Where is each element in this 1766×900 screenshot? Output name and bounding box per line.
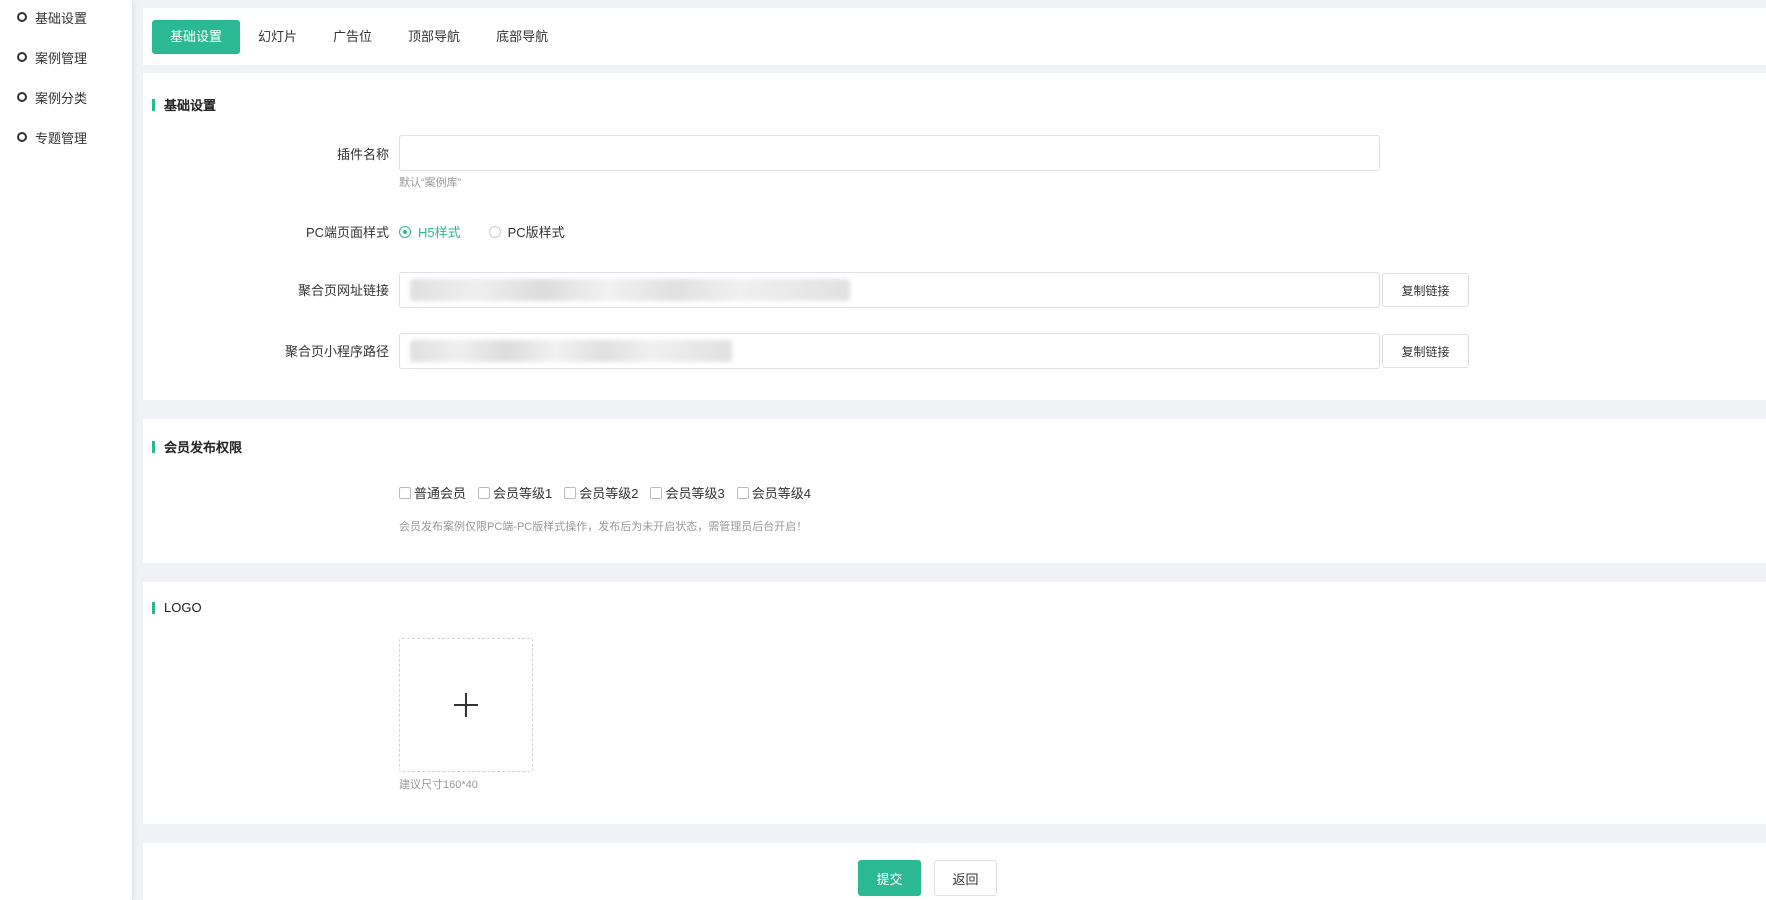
plugin-name-label: 插件名称: [336, 147, 389, 162]
circle-icon: [17, 12, 27, 22]
checkbox-member-level-4[interactable]: 会员等级4: [736, 483, 811, 502]
checkbox-label: 会员等级2: [579, 486, 639, 501]
member-permission-section: 会员发布权限 普通会员 会员等级1 会员等级2 会员等级3 会员等级4 会员发布…: [143, 419, 1766, 563]
circle-icon: [17, 92, 27, 102]
logo-section: LOGO 建议尺寸160*40: [143, 582, 1766, 824]
tab-slideshow[interactable]: 幻灯片: [240, 20, 315, 54]
plus-icon: [454, 693, 478, 717]
checkbox-label: 会员等级3: [665, 486, 725, 501]
sidebar-item-topic-management[interactable]: 专题管理: [0, 117, 132, 157]
radio-checked-icon: [399, 225, 411, 238]
checkbox-icon: [478, 486, 491, 499]
agg-path-label: 聚合页小程序路径: [284, 344, 389, 359]
main-content: 基础设置 幻灯片 广告位 顶部导航 底部导航 基础设置 插件名称 默认“案例库”…: [143, 0, 1766, 900]
sidebar-item-case-category[interactable]: 案例分类: [0, 77, 132, 117]
section-title: 基础设置: [152, 95, 216, 114]
agg-url-input[interactable]: [399, 272, 1380, 308]
sidebar-item-label: 案例管理: [35, 50, 88, 66]
redacted-url: [410, 279, 850, 301]
pc-style-radio-group: H5样式 PC版样式: [399, 222, 593, 241]
checkbox-icon: [650, 486, 663, 499]
copy-path-button[interactable]: 复制链接: [1382, 334, 1469, 368]
sidebar-item-label: 基础设置: [35, 10, 88, 26]
circle-icon: [17, 52, 27, 62]
checkbox-regular-member[interactable]: 普通会员: [399, 483, 466, 502]
circle-icon: [17, 132, 27, 142]
pc-style-label: PC端页面样式: [305, 225, 389, 240]
checkbox-label: 会员等级4: [751, 486, 811, 501]
radio-unchecked-icon: [488, 225, 501, 238]
member-permission-note: 会员发布案例仅限PC端-PC版样式操作，发布后为未开启状态，需管理员后台开启！: [399, 521, 808, 533]
checkbox-member-level-2[interactable]: 会员等级2: [564, 483, 638, 502]
back-button[interactable]: 返回: [934, 860, 997, 896]
tab-basic-settings[interactable]: 基础设置: [152, 19, 241, 54]
redacted-path: [410, 340, 732, 362]
logo-size-hint: 建议尺寸160*40: [399, 779, 478, 791]
tab-ad-slot[interactable]: 广告位: [315, 20, 390, 54]
checkbox-icon: [564, 486, 577, 499]
section-title: LOGO: [152, 600, 202, 615]
logo-upload[interactable]: [399, 638, 533, 772]
plugin-name-hint: 默认“案例库”: [399, 177, 462, 189]
radio-label: H5样式: [418, 225, 461, 240]
radio-pc-style[interactable]: PC版样式: [488, 222, 565, 241]
agg-url-label: 聚合页网址链接: [297, 283, 389, 298]
agg-path-input[interactable]: [399, 333, 1380, 369]
tab-bar: 基础设置 幻灯片 广告位 顶部导航 底部导航: [143, 8, 1766, 65]
checkbox-icon: [736, 486, 749, 499]
checkbox-label: 普通会员: [414, 486, 467, 501]
basic-settings-section: 基础设置 插件名称 默认“案例库” PC端页面样式 H5样式 PC版样式 聚合页…: [143, 73, 1766, 400]
sidebar-item-label: 专题管理: [35, 130, 88, 146]
plugin-name-input[interactable]: [399, 135, 1380, 171]
copy-url-button[interactable]: 复制链接: [1382, 273, 1469, 307]
sidebar-item-basic-settings[interactable]: 基础设置: [0, 0, 132, 37]
radio-h5-style[interactable]: H5样式: [399, 222, 461, 241]
section-title: 会员发布权限: [152, 437, 242, 456]
tab-bottom-nav[interactable]: 底部导航: [478, 20, 566, 54]
checkbox-member-level-1[interactable]: 会员等级1: [478, 483, 552, 502]
submit-button[interactable]: 提交: [858, 860, 921, 896]
member-level-checkboxes: 普通会员 会员等级1 会员等级2 会员等级3 会员等级4: [399, 483, 823, 502]
form-actions: 提交 返回: [143, 843, 1766, 900]
sidebar-item-label: 案例分类: [35, 90, 88, 106]
sidebar-item-case-management[interactable]: 案例管理: [0, 37, 132, 77]
tab-top-nav[interactable]: 顶部导航: [390, 20, 478, 54]
checkbox-member-level-3[interactable]: 会员等级3: [650, 483, 725, 502]
checkbox-label: 会员等级1: [493, 486, 553, 501]
sidebar: 基础设置 案例管理 案例分类 专题管理: [0, 0, 133, 900]
radio-label: PC版样式: [507, 225, 565, 240]
checkbox-icon: [399, 486, 411, 499]
